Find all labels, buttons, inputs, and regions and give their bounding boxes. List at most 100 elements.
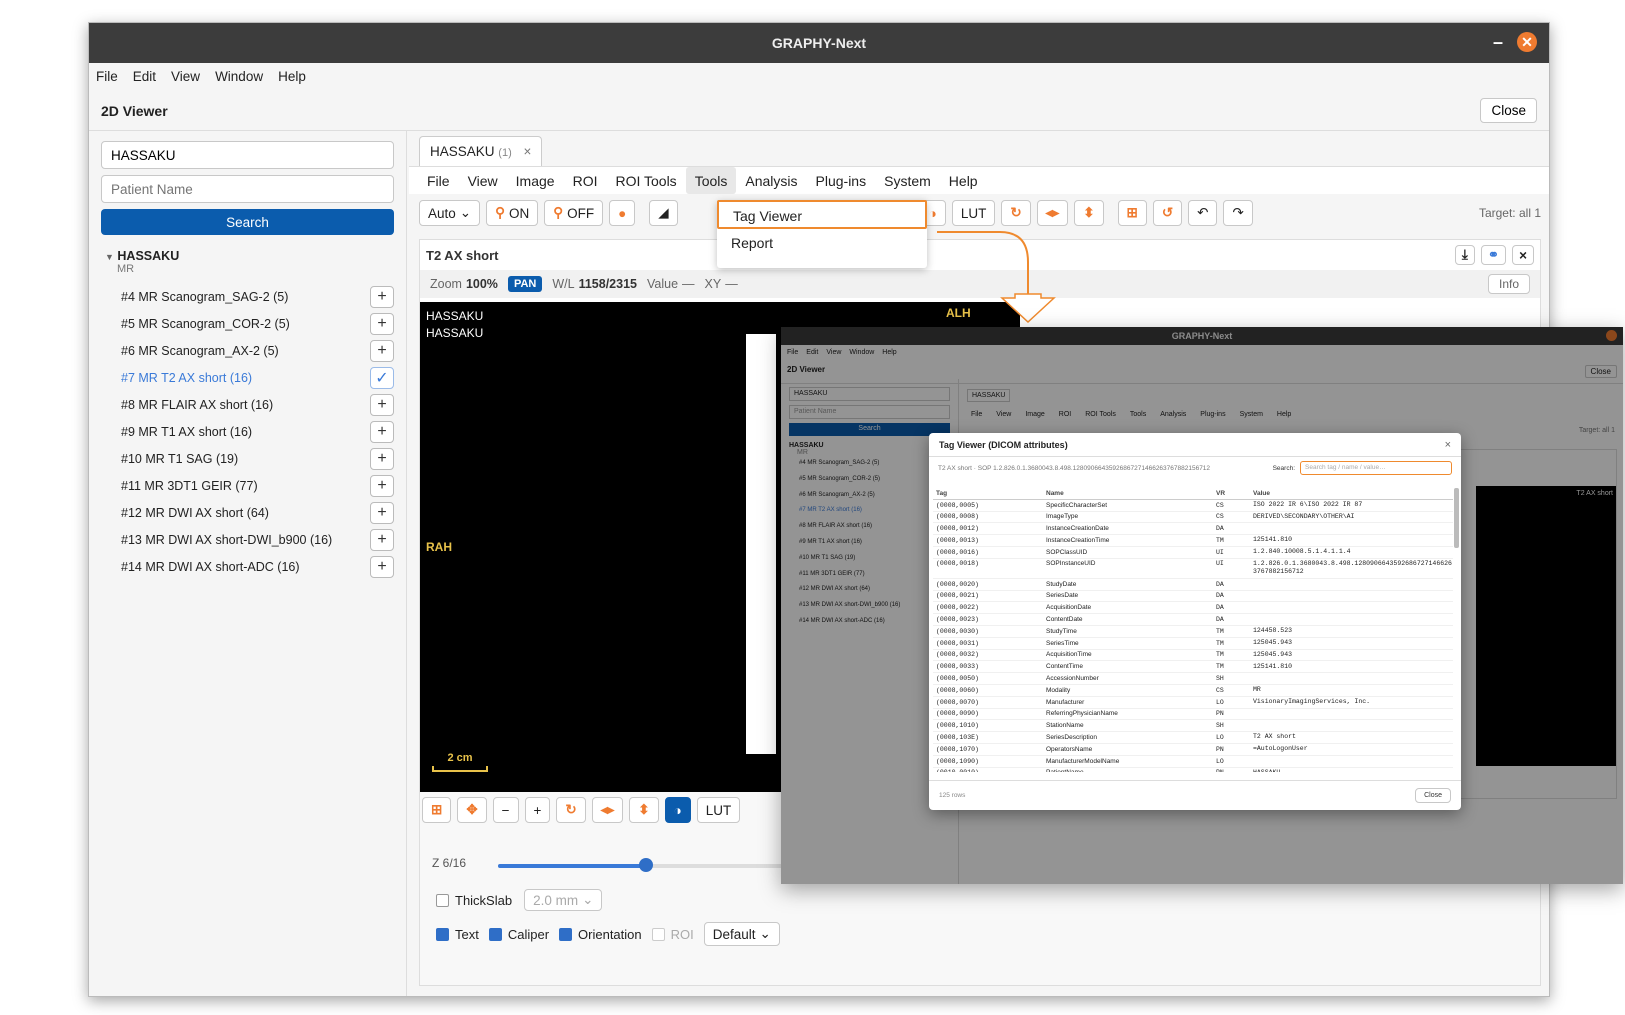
app-menu-edit[interactable]: Edit — [133, 69, 156, 85]
lut-button-2[interactable]: LUT — [696, 797, 741, 823]
person-button[interactable]: ● — [609, 200, 636, 226]
list-item[interactable]: #7 MR T2 AX short (16) ✓ — [101, 364, 394, 391]
list-item[interactable]: #14 MR DWI AX short-ADC (16) + — [101, 553, 394, 580]
caliper-checkbox[interactable] — [488, 927, 502, 941]
list-item[interactable]: #9 MR T1 AX short (16) + — [101, 418, 394, 445]
add-series-button[interactable]: + — [370, 528, 394, 551]
menu-file[interactable]: File — [418, 167, 459, 194]
menu-help[interactable]: Help — [940, 167, 987, 194]
table-row[interactable]: (0008,0013) InstanceCreationTime TM 125141.… — [933, 535, 1453, 547]
close-button[interactable]: Close — [1480, 98, 1537, 123]
table-row[interactable]: (0008,0090) ReferringPhysicianName PN — [933, 709, 1453, 721]
list-item[interactable]: #8 MR FLAIR AX short (16) + — [101, 391, 394, 418]
tab-close-icon[interactable]: × — [524, 144, 532, 159]
move-button[interactable]: ✥ — [457, 797, 487, 823]
list-item[interactable]: #6 MR Scanogram_AX-2 (5) + — [101, 337, 394, 364]
table-row[interactable]: (0008,0022) AcquisitionDate DA — [933, 602, 1453, 615]
table-row[interactable]: (0008,0032) AcquisitionTime TM 125045.943 — [933, 650, 1453, 662]
add-series-button[interactable]: + — [370, 555, 394, 578]
list-item[interactable]: #11 MR 3DT1 GEIR (77) + — [101, 472, 394, 499]
menu-tools[interactable]: Tools — [685, 167, 737, 194]
list-item[interactable]: #13 MR DWI AX short-DWI_b900 (16) + — [101, 526, 394, 553]
close-icon[interactable]: × — [1445, 439, 1451, 451]
table-row[interactable]: (0008,0030) StudyTime TM 124458.523 — [933, 626, 1453, 638]
table-row[interactable]: (0008,0031) SeriesTime TM 125045.943 — [933, 638, 1453, 650]
add-series-button[interactable]: + — [370, 339, 394, 362]
menu-system[interactable]: System — [875, 167, 940, 194]
add-series-button[interactable]: + — [370, 312, 394, 335]
table-row[interactable]: (0008,1010) StationName SH — [933, 720, 1453, 733]
table-row[interactable]: (0008,0060) Modality CS MR — [933, 685, 1453, 697]
tag-search-input[interactable]: Search tag / name / value… — [1300, 461, 1452, 475]
fit-button[interactable]: ⊞ — [1117, 200, 1147, 226]
table-row[interactable]: (0008,0021) SeriesDate DA — [933, 591, 1453, 603]
app-menu-window[interactable]: Window — [215, 69, 263, 85]
search-input[interactable] — [101, 141, 394, 169]
table-row[interactable]: (0008,103E) SeriesDescription LO T2 AX shor… — [933, 732, 1453, 744]
rotate-button-2[interactable]: ↻ — [556, 797, 586, 823]
check-icon[interactable]: ✓ — [370, 366, 394, 389]
menu-roi-tools[interactable]: ROI Tools — [606, 167, 685, 194]
redo-button[interactable]: ↷ — [1223, 200, 1253, 226]
app-menu-help[interactable]: Help — [278, 69, 306, 85]
list-item[interactable]: #10 MR T1 SAG (19) + — [101, 445, 394, 472]
orientation-checkbox[interactable] — [559, 927, 573, 941]
add-series-button[interactable]: + — [370, 447, 394, 470]
menu-view[interactable]: View — [459, 167, 507, 194]
rotate-button[interactable]: ↻ — [1001, 200, 1031, 226]
list-item[interactable]: #4 MR Scanogram_SAG-2 (5) + — [101, 283, 394, 310]
add-series-button[interactable]: + — [370, 474, 394, 497]
tree-patient[interactable]: ▼ HASSAKU — [105, 249, 394, 263]
table-row[interactable]: (0008,0012) InstanceCreationDate DA — [933, 523, 1453, 536]
roi-checkbox[interactable] — [651, 927, 665, 941]
table-row[interactable]: (0008,0005) SpecificCharacterSet CS ISO 202… — [933, 500, 1453, 512]
table-row[interactable]: (0008,0008) ImageType CS DERIVED\SECONDARY\… — [933, 512, 1453, 524]
slider-handle[interactable] — [638, 858, 653, 872]
close-window-icon[interactable]: ✕ — [1517, 32, 1537, 52]
zoom-in-button[interactable]: + — [524, 797, 551, 823]
app-menu-file[interactable]: File — [96, 69, 118, 85]
flip-v-button[interactable]: ⬍ — [1074, 200, 1104, 226]
scrollbar[interactable] — [1454, 488, 1459, 548]
menu-roi[interactable]: ROI — [564, 167, 607, 194]
add-series-button[interactable]: + — [370, 501, 394, 524]
table-row[interactable]: (0008,0023) ContentDate DA — [933, 614, 1453, 626]
app-menu-view[interactable]: View — [171, 69, 200, 85]
table-row[interactable]: (0008,0033) ContentTime TM 125141.810 — [933, 661, 1453, 674]
minimize-icon[interactable]: – — [1493, 33, 1503, 51]
text-checkbox[interactable] — [436, 927, 449, 941]
undo-button[interactable]: ↶ — [1188, 200, 1218, 226]
table-row[interactable]: (0010,0010)PatientNamePNHASSAKU — [933, 768, 1453, 772]
info-button[interactable]: Info — [1487, 274, 1530, 294]
chevron-down-icon[interactable]: ▼ — [105, 252, 114, 262]
thickslab-checkbox[interactable] — [436, 893, 449, 907]
patient-name-field[interactable] — [101, 175, 394, 203]
table-row[interactable]: (0008,1090) ManufacturerModelName LO — [933, 756, 1453, 768]
menu-plugins[interactable]: Plug-ins — [807, 167, 876, 194]
flip-h-button[interactable]: ◂▸ — [1036, 200, 1069, 226]
tab-hassaku[interactable]: HASSAKU (1) × — [419, 136, 543, 166]
close-panel-icon[interactable]: × — [1512, 245, 1534, 265]
add-series-button[interactable]: + — [370, 420, 394, 443]
add-series-button[interactable]: + — [370, 393, 394, 416]
reset-button[interactable]: ↺ — [1152, 200, 1183, 226]
fit-button-2[interactable]: ⊞ — [422, 797, 452, 823]
table-row[interactable]: (0008,1070) OperatorsName PN =AutoLogonUser — [933, 744, 1453, 756]
table-row[interactable]: (0008,0020) StudyDate DA — [933, 579, 1453, 591]
table-row[interactable]: (0008,0070) Manufacturer LO VisionaryImagin… — [933, 697, 1453, 709]
pen-button[interactable]: ◢ — [649, 200, 678, 226]
link-icon[interactable]: ⚭ — [1480, 245, 1507, 265]
thickslab-select[interactable]: 2.0 mm ⌄ — [524, 889, 603, 911]
table-row[interactable]: (0008,0018) SOPInstanceUID UI 1.2.826.0.1.3… — [933, 559, 1453, 579]
lut-button[interactable]: LUT — [951, 200, 996, 226]
flip-v-button-2[interactable]: ⬍ — [629, 797, 659, 823]
table-row[interactable]: (0008,0050) AccessionNumber SH — [933, 673, 1453, 685]
download-icon[interactable]: ⤓ — [1454, 245, 1475, 265]
link-on-button[interactable]: ⚲ ON — [486, 200, 539, 226]
flip-h-button-2[interactable]: ◂▸ — [591, 797, 624, 823]
zoom-out-button[interactable]: − — [492, 797, 519, 823]
list-item[interactable]: #12 MR DWI AX short (64) + — [101, 499, 394, 526]
search-button[interactable]: Search — [101, 209, 394, 235]
table-row[interactable]: (0008,0016) SOPClassUID UI 1.2.840.10008.5.… — [933, 547, 1453, 559]
report-menu-item[interactable]: Report — [717, 229, 927, 258]
